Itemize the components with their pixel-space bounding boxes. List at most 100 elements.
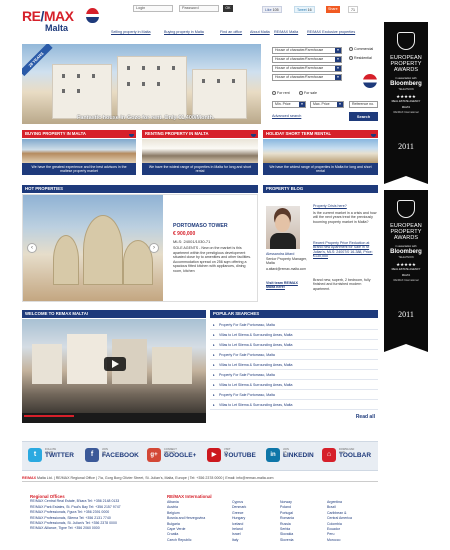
property-title[interactable]: PORTOMASO TOWER [173,223,228,229]
login-ok-button[interactable]: OK [223,5,233,12]
twitter-icon: t [28,448,42,462]
chevron-down-icon: ▼ [299,102,305,107]
chevron-down-icon: ▼ [335,57,341,62]
intl-col-4: Argentina Brazil Caribbean & Central Americ… [327,500,352,542]
chevron-down-icon: ▼ [335,66,341,71]
balloon-icon [86,8,99,23]
play-icon[interactable] [104,357,126,371]
welcome-heading: WELCOME TO REMAX MALTA! [22,310,206,318]
box-holiday-text: We have the widest range of properties i… [263,163,378,175]
property-blog: Property Crisis here? Is the current mar… [263,194,378,302]
video-controls[interactable] [22,413,206,423]
popular-search-item[interactable]: Property For Sale Portomaso, Malta [210,321,378,330]
linkedin-icon: in [266,448,280,462]
box-holiday-title: HOLIDAY SHORT TERM RENTAL [263,130,378,138]
popular-search-item[interactable]: Property For Sale Portomaso, Malta [210,391,378,400]
box-renting[interactable]: RENTING PROPERTY IN MALTA We have the wi… [142,130,258,176]
agent-name: Alessandra Attard [266,252,295,256]
nav-find-office[interactable]: Find an office [220,30,242,34]
agent-email[interactable]: a.attard@remax-malta.com [266,267,308,271]
award-brand: Bloomberg [390,81,422,87]
nav-buying[interactable]: Buying property in Malta [164,30,204,34]
popular-search-item[interactable]: Villas to Let Sliema & Surrounding Areas… [210,331,378,340]
property-blog-heading: PROPERTY BLOG [263,185,378,193]
regional-offices: Regional Offices RE/MAX Central Real Est… [30,494,140,532]
award-brand: Bloomberg [390,249,422,255]
popular-search-item[interactable]: Villas to Let Sliema & Surrounding Areas… [210,381,378,390]
nav-exclusive[interactable]: RE/MAX Exclusive properties [307,30,355,34]
property-description: SOLE AGENTS - New on the market is this … [173,246,252,273]
hot-properties-heading: HOT PROPERTIES [22,185,258,193]
remax-logo[interactable]: RE/MAX Malta [22,8,102,38]
welcome-video[interactable] [22,319,206,413]
chevron-down-icon: ▼ [335,75,341,80]
property-mls: MLS: 24001/1030-71 [173,239,211,244]
award-winner: RE/MAX International [393,111,419,114]
crest-icon [397,200,415,218]
facebook-like-button[interactable]: Like 105 [262,6,282,13]
popular-search-item[interactable]: Property For Sale Portomaso, Malta [210,351,378,360]
welcome-section: WELCOME TO REMAX MALTA! [22,310,206,425]
blog-post-link-1[interactable]: Property Crisis here? [313,204,378,208]
nav-about[interactable]: About Malta [250,30,270,34]
next-arrow-icon[interactable]: › [149,243,159,253]
chevron-down-icon: ▼ [337,102,343,107]
remax-balloon-icon [129,132,134,137]
advanced-search-link[interactable]: Advanced search [272,114,301,118]
remax-balloon-icon [363,74,377,88]
tweet-button[interactable]: Tweet 16 [294,6,315,13]
award-brand-sub: TELEVISION [398,88,414,91]
box-buying[interactable]: BUYING PROPERTY IN MALTA We have the gre… [22,130,136,176]
blog-post-text-2: Brand new, superb, 2 bedroom, fully fini… [313,278,371,291]
max-price-select[interactable]: Max. Price ▼ [310,101,344,108]
hot-property-photo [23,195,163,301]
hero-photo[interactable]: 28 YEARS Fantastic house in Gozo for ren… [22,44,261,124]
popular-search-item[interactable]: Villas to Let Sliema & Surrounding Areas… [210,341,378,350]
min-price-select[interactable]: Min. Price ▼ [272,101,306,108]
award-ribbon-top: EUROPEAN PROPERTY AWARDS in association … [384,22,428,184]
video-progress[interactable] [24,415,74,417]
nav-selling[interactable]: Selling property in Malta [111,30,151,34]
hero: 28 YEARS Fantastic house in Gozo for ren… [22,44,378,124]
popular-search-item[interactable]: Villas to Let Sliema & Surrounding Areas… [210,401,378,410]
search-button[interactable]: Search [349,112,378,121]
remax-balloon-icon [251,132,256,137]
blog-post-link-2[interactable]: Recent Property Price Reduction at Brand… [313,241,378,259]
radio-for-sale[interactable]: For sale [299,91,317,96]
box-holiday[interactable]: HOLIDAY SHORT TERM RENTAL We have the wi… [263,130,378,176]
award-category: REAL ESTATE AGENCY [391,100,421,103]
read-all-link[interactable]: Read all [356,414,375,420]
popular-searches-heading: POPULAR SEARCHES [210,310,378,318]
radio-residential[interactable]: Residential [349,56,372,61]
award-ribbon-bottom: EUROPEAN PROPERTY AWARDS in association … [384,190,428,352]
prev-arrow-icon[interactable]: ‹ [27,243,37,253]
popular-search-item[interactable]: Property For Sale Portomaso, Malta [210,371,378,380]
nav-remax-malta[interactable]: RE/MAX Malta [274,30,298,34]
regional-office-item[interactable]: RE/MAX Alliance, Tigne Tel: +356 2060 00… [30,526,140,531]
hero-caption[interactable]: Fantastic house in Gozo for rent. Only €… [77,115,215,121]
intl-col-1: Albania Austria Belgium Bosnia and Herzegov… [167,500,206,542]
remax-international-heading: RE/MAX International [167,494,212,499]
award-winner: RE/MAX International [393,279,419,282]
award-title: EUROPEAN PROPERTY AWARDS [390,223,422,241]
property-type-select-3[interactable]: House of character/Farmhouse ▼ [272,65,342,72]
visit-team-link[interactable]: Visit team RE/MAX Malta here! [266,281,308,290]
house-icon: ⌂ [322,448,336,462]
login-input[interactable]: Login [133,5,173,12]
property-type-select-1[interactable]: House of character/Farmhouse ▼ [272,47,342,54]
award-country: MALTA [401,106,411,109]
password-input[interactable]: Password [179,5,219,12]
award-year: 2011 [398,310,414,319]
hot-property-card[interactable]: ‹ › PORTOMASO TOWER € 900,000 MLS: 24001… [22,194,258,302]
share-count: 71 [348,6,358,13]
property-type-select-4[interactable]: House of character/Farmhouse ▼ [272,74,342,81]
share-button[interactable]: Share [326,6,340,13]
box-buying-text: We have the greatest experience and the … [22,163,136,175]
radio-for-rent[interactable]: For rent [272,91,290,96]
radio-commercial[interactable]: Commercial [349,47,373,52]
award-assoc: in association with [395,245,417,248]
popular-search-item[interactable]: Villas to Let Sliema & Surrounding Areas… [210,361,378,370]
buying-photo [22,139,136,163]
property-type-select-2[interactable]: House of character/Farmhouse ▼ [272,56,342,63]
reference-input[interactable]: Reference no. [349,101,378,108]
